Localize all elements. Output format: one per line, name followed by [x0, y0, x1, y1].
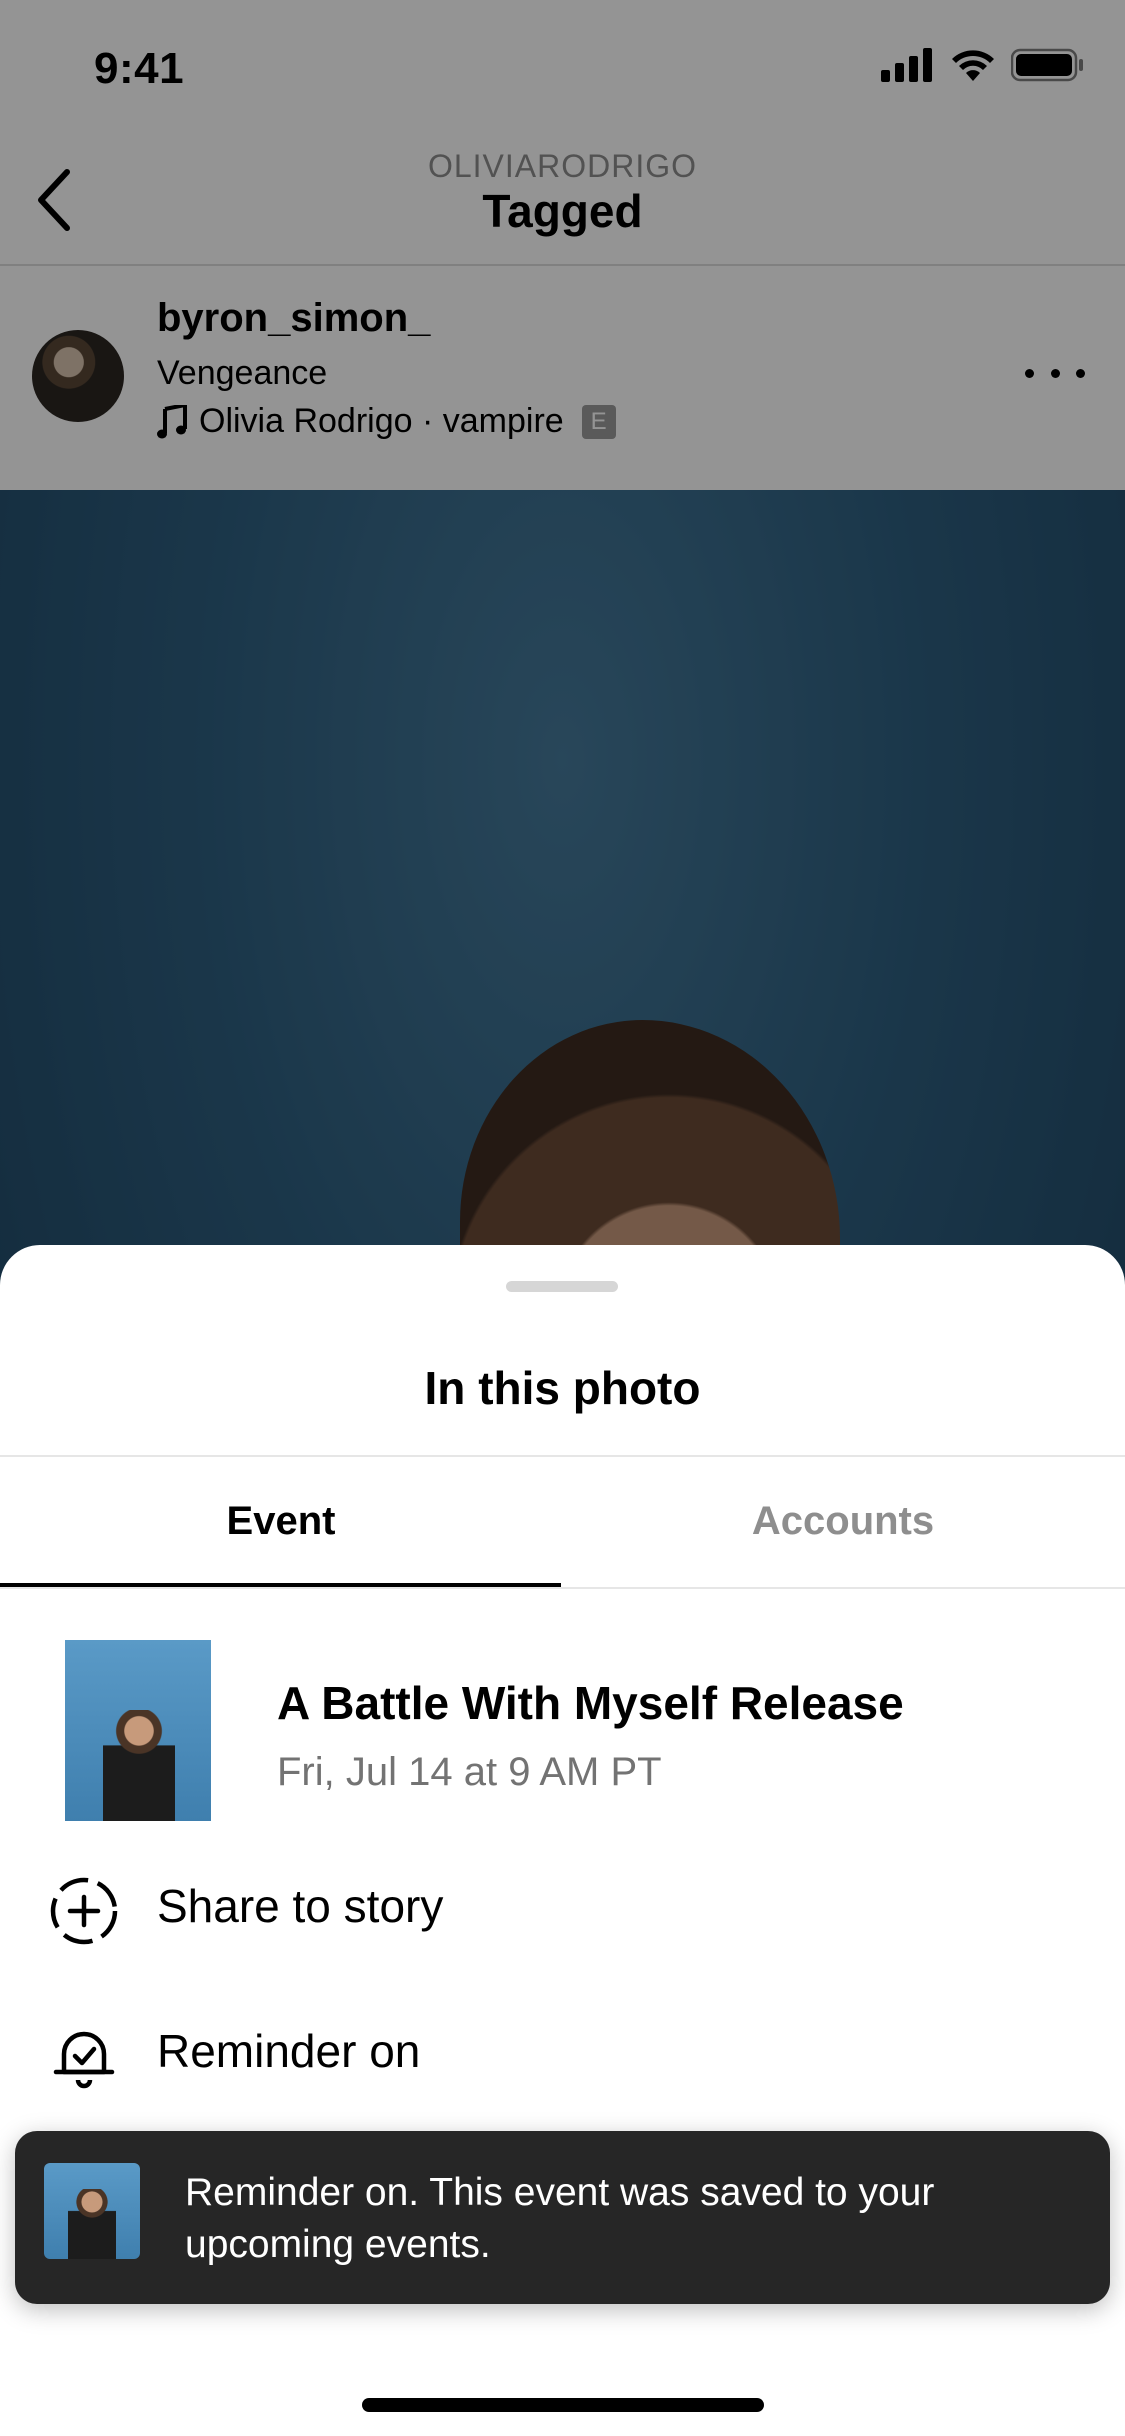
toast-thumbnail [44, 2163, 140, 2259]
event-date: Fri, Jul 14 at 9 AM PT [277, 1750, 662, 1794]
bell-check-icon [53, 2031, 115, 2089]
toast-message: Reminder on. This event was saved to you… [185, 2171, 935, 2266]
tab-selected-indicator [0, 1583, 561, 1587]
toast-notification[interactable]: Reminder on. This event was saved to you… [15, 2131, 1110, 2304]
sheet-title: In this photo [424, 1362, 701, 1414]
home-indicator[interactable] [362, 2398, 764, 2412]
share-to-story-label: Share to story [157, 1880, 444, 1932]
tab-accounts[interactable]: Accounts [562, 1457, 1124, 1585]
sheet-tabs: Event Accounts [0, 1457, 1125, 1589]
sheet-grabber[interactable] [506, 1281, 618, 1292]
tab-event[interactable]: Event [0, 1457, 562, 1585]
event-thumbnail [65, 1640, 211, 1821]
event-row[interactable]: A Battle With Myself Release Fri, Jul 14… [0, 1640, 1125, 1825]
reminder-toggle-button[interactable]: Reminder on [0, 1990, 1125, 2110]
event-title: A Battle With Myself Release [277, 1677, 904, 1729]
share-to-story-button[interactable]: Share to story [0, 1845, 1125, 1965]
add-circle-dashed-icon [50, 1877, 118, 1945]
reminder-on-label: Reminder on [157, 2025, 421, 2077]
